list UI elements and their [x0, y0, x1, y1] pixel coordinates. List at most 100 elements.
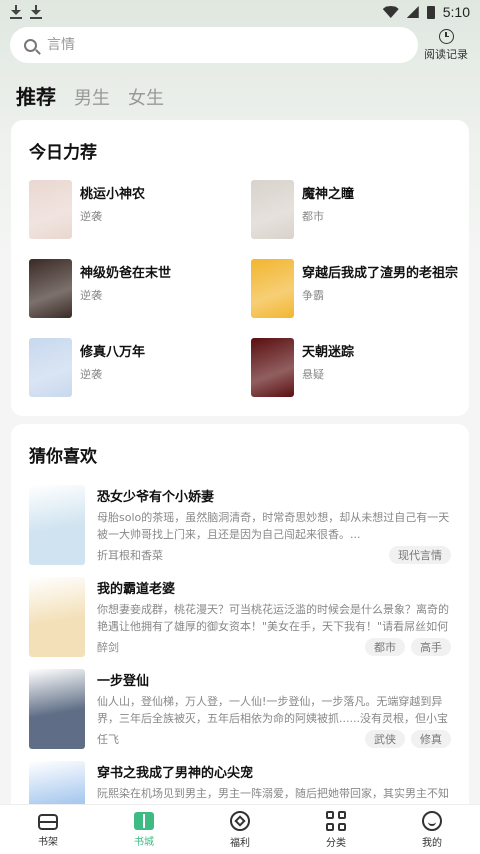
book-cover	[29, 259, 72, 318]
battery-icon	[426, 5, 435, 19]
nav-profile[interactable]: 我的	[384, 805, 480, 854]
book-tag: 悬疑	[302, 368, 324, 381]
book-meta: 任飞 武侠 修真	[97, 730, 451, 748]
book-info: 神级奶爸在末世 逆袭	[80, 259, 171, 303]
book-title: 修真八万年	[80, 345, 146, 360]
search-row: 阅读记录	[0, 24, 480, 64]
nav-label: 福利	[230, 837, 250, 849]
tab-recommend[interactable]: 推荐	[16, 81, 56, 110]
reading-history-label: 阅读记录	[424, 47, 468, 61]
genre-chip: 高手	[411, 638, 451, 656]
guess-title: 猜你喜欢	[29, 447, 97, 467]
channel-tabs: 推荐 男生 女生	[0, 64, 480, 110]
book-tag: 逆袭	[80, 210, 102, 223]
book-title: 一步登仙	[97, 674, 150, 689]
recommend-book-item[interactable]: 魔神之瞳 都市	[251, 180, 451, 239]
recommend-card: 今日力荐 桃运小神农 逆袭 魔神之瞳 都市 神级奶爸在末世 逆袭 穿越后我成了渣男的老祖宗争…	[11, 120, 469, 416]
book-cover	[251, 338, 294, 397]
genre-chips: 武侠 修真	[365, 730, 451, 748]
wifi-icon	[382, 6, 399, 18]
genre-chip: 现代言情	[389, 546, 451, 564]
book-info: 天朝迷踪 悬疑	[302, 338, 354, 382]
book-cover	[29, 338, 72, 397]
book-description: 母胎solo的茶瑶，虽然脑洞清奇，时常奇思妙想，却从未想过自己有一天被一大帅哥找…	[97, 511, 450, 541]
book-cover	[29, 180, 72, 239]
book-title: 魔神之瞳	[302, 187, 355, 202]
bottom-navigation: 书架 书城 福利 分类 我的	[0, 804, 480, 854]
search-bar[interactable]	[10, 27, 418, 63]
book-title: 恐女少爷有个小娇妻	[97, 490, 215, 505]
book-meta: 折耳根和香菜 现代言情	[97, 546, 451, 564]
book-description: 你想妻妾成群，桃花漫天？可当桃花运泛滥的时候会是什么景象？离奇的艳遇让他拥有了雄…	[97, 603, 449, 633]
status-time: 5:10	[442, 4, 470, 20]
guess-card: 猜你喜欢 恐女少爷有个小娇妻母胎solo的茶瑶，虽然脑洞清奇，时常奇思妙想，却从…	[11, 424, 469, 844]
genre-chips: 现代言情	[389, 546, 451, 564]
download-icon	[30, 5, 42, 19]
book-cover	[251, 180, 294, 239]
nav-welfare[interactable]: 福利	[192, 805, 288, 854]
clock-icon	[438, 28, 454, 44]
book-title: 桃运小神农	[80, 187, 146, 202]
book-author: 任飞	[97, 733, 119, 746]
signal-icon	[406, 6, 419, 18]
book-info: 修真八万年 逆袭	[80, 338, 145, 382]
book-info: 一步登仙仙人山，登仙梯，万人登，一人仙!一步登仙，一步落凡。无端穿越到异界，三年…	[97, 669, 451, 749]
guess-book-item[interactable]: 一步登仙仙人山，登仙梯，万人登，一人仙!一步登仙，一步落凡。无端穿越到异界，三年…	[29, 669, 451, 749]
book-tag: 都市	[302, 210, 324, 223]
nav-label: 书架	[38, 836, 58, 848]
genre-chip: 都市	[365, 638, 405, 656]
nav-bookstore[interactable]: 书城	[96, 805, 192, 854]
search-input[interactable]	[47, 37, 377, 53]
nav-category[interactable]: 分类	[288, 805, 384, 854]
welfare-icon	[230, 810, 250, 831]
bookstore-icon	[134, 811, 154, 830]
genre-chip: 武侠	[365, 730, 405, 748]
genre-chips: 都市 高手	[365, 638, 451, 656]
book-tag: 争霸	[302, 289, 324, 302]
book-cover	[29, 577, 85, 657]
book-author: 折耳根和香菜	[97, 549, 163, 562]
book-cover	[251, 259, 294, 318]
book-info: 穿越后我成了渣男的老祖宗 争霸	[302, 259, 458, 303]
status-bar: 5:10	[0, 0, 480, 24]
book-cover	[29, 669, 85, 749]
download-icon	[10, 5, 22, 19]
book-cover	[29, 485, 85, 565]
book-info: 桃运小神农 逆袭	[80, 180, 145, 224]
bookshelf-icon	[38, 813, 58, 830]
tab-female[interactable]: 女生	[128, 84, 164, 110]
search-icon	[24, 38, 37, 52]
book-info: 恐女少爷有个小娇妻母胎solo的茶瑶，虽然脑洞清奇，时常奇思妙想，却从未想过自己…	[97, 485, 451, 565]
book-meta: 醉剑 都市 高手	[97, 638, 451, 656]
genre-chip: 修真	[411, 730, 451, 748]
book-title: 我的霸道老婆	[97, 582, 176, 597]
book-title: 穿越后我成了渣男的老祖宗	[302, 266, 459, 281]
profile-icon	[422, 810, 442, 831]
book-title: 天朝迷踪	[302, 345, 355, 360]
recommend-book-item[interactable]: 修真八万年 逆袭	[29, 338, 249, 397]
recommend-grid: 桃运小神农 逆袭 魔神之瞳 都市 神级奶爸在末世 逆袭 穿越后我成了渣男的老祖宗 争霸 修真八万…	[29, 180, 458, 397]
nav-label: 我的	[422, 837, 442, 849]
book-title: 神级奶爸在末世	[80, 266, 172, 281]
nav-bookshelf[interactable]: 书架	[0, 805, 96, 854]
book-info: 我的霸道老婆你想妻妾成群，桃花漫天？可当桃花运泛滥的时候会是什么景象？离奇的艳遇…	[97, 577, 451, 657]
reading-history-button[interactable]: 阅读记录	[422, 28, 470, 62]
recommend-book-item[interactable]: 穿越后我成了渣男的老祖宗 争霸	[251, 259, 458, 318]
guess-book-item[interactable]: 恐女少爷有个小娇妻母胎solo的茶瑶，虽然脑洞清奇，时常奇思妙想，却从未想过自己…	[29, 485, 451, 565]
recommend-book-item[interactable]: 神级奶爸在末世 逆袭	[29, 259, 249, 318]
guess-book-item[interactable]: 我的霸道老婆你想妻妾成群，桃花漫天？可当桃花运泛滥的时候会是什么景象？离奇的艳遇…	[29, 577, 451, 657]
recommend-title: 今日力荐	[29, 143, 97, 163]
book-info: 魔神之瞳 都市	[302, 180, 354, 224]
book-description: 仙人山，登仙梯，万人登，一人仙!一步登仙，一步落凡。无端穿越到异界，三年后全族被…	[97, 695, 448, 725]
guess-list: 恐女少爷有个小娇妻母胎solo的茶瑶，虽然脑洞清奇，时常奇思妙想，却从未想过自己…	[29, 485, 451, 841]
recommend-book-item[interactable]: 天朝迷踪 悬疑	[251, 338, 451, 397]
tab-male[interactable]: 男生	[74, 84, 110, 110]
book-tag: 逆袭	[80, 289, 102, 302]
recommend-book-item[interactable]: 桃运小神农 逆袭	[29, 180, 249, 239]
book-title: 穿书之我成了男神的心尖宠	[97, 766, 254, 781]
category-icon	[326, 810, 346, 831]
book-author: 醉剑	[97, 641, 119, 654]
nav-label: 分类	[326, 837, 346, 849]
nav-label: 书城	[134, 836, 154, 848]
book-tag: 逆袭	[80, 368, 102, 381]
